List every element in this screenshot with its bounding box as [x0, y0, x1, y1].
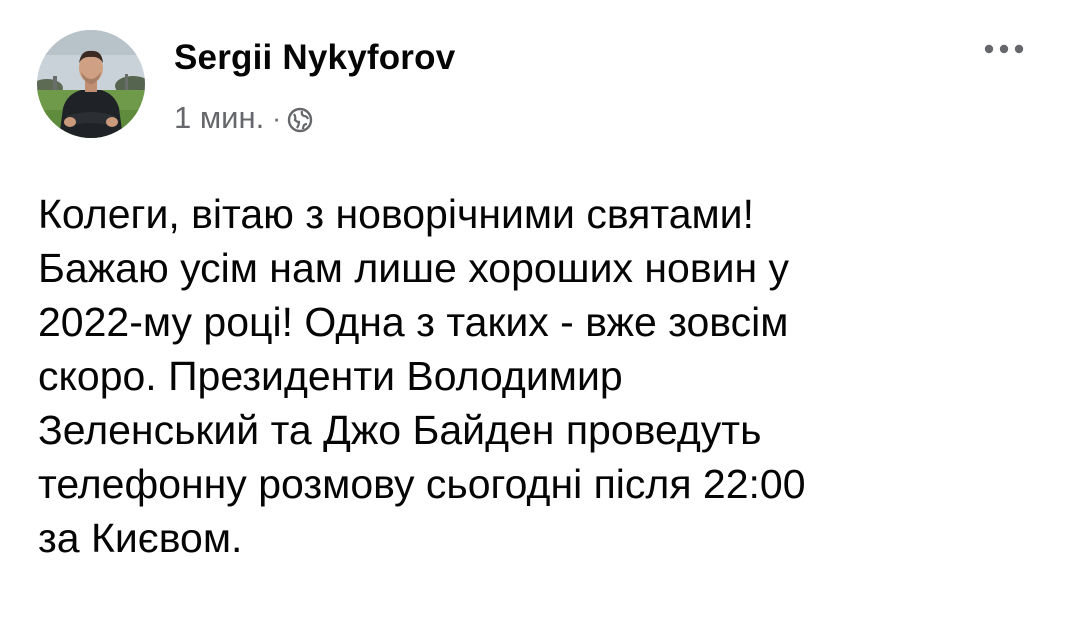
- globe-icon[interactable]: [287, 105, 313, 133]
- post-timestamp[interactable]: 1 мин.: [174, 100, 264, 136]
- facebook-post: Sergii Nykyforov 1 мин. · Колеги, вітаю …: [0, 0, 1080, 635]
- more-options-icon: [984, 44, 1024, 54]
- post-body-text: Колеги, вітаю з новорічними святами! Баж…: [38, 191, 806, 561]
- more-options-button[interactable]: [980, 36, 1028, 62]
- profile-photo: [37, 30, 145, 138]
- post-meta: 1 мин. ·: [174, 98, 313, 138]
- meta-separator: ·: [272, 102, 281, 133]
- author-name[interactable]: Sergii Nykyforov: [174, 38, 455, 78]
- author-avatar[interactable]: [37, 30, 145, 138]
